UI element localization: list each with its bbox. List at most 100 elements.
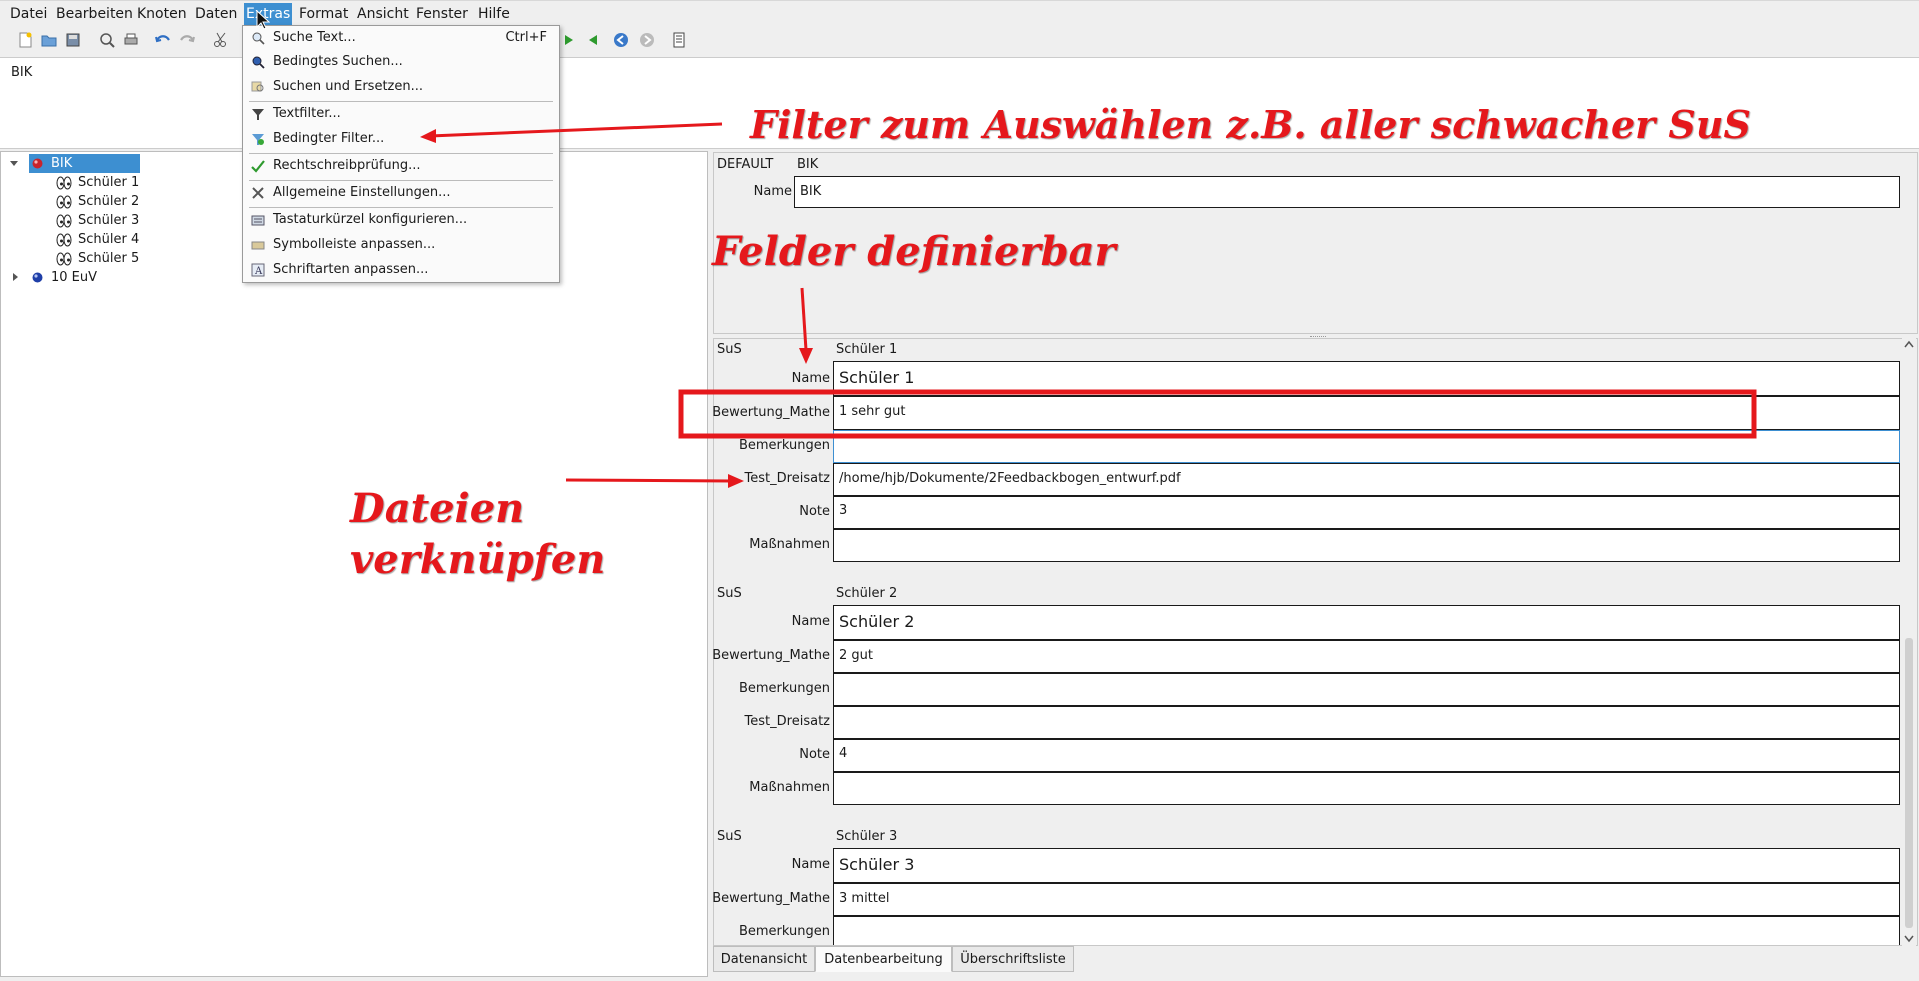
tree-node-label: Schüler 1 xyxy=(78,175,140,190)
svg-text:A: A xyxy=(254,266,263,277)
eyes-icon xyxy=(56,195,72,209)
menu-item-label: Suchen und Ersetzen... xyxy=(273,79,423,94)
field-input-bemerkungen[interactable] xyxy=(833,673,1900,706)
back-icon[interactable] xyxy=(612,31,630,49)
field-input-note[interactable]: 4 xyxy=(833,739,1900,772)
replace-icon xyxy=(251,81,264,92)
tree-node-label: Schüler 3 xyxy=(78,213,140,228)
menu-fenster[interactable]: Fenster xyxy=(414,3,470,25)
eyes-icon xyxy=(56,233,72,247)
menu-item-suche-text[interactable]: Suche Text... Ctrl+F xyxy=(245,27,557,49)
menu-datei[interactable]: Datei xyxy=(8,3,49,25)
funnel-icon xyxy=(252,109,264,120)
annotation-files-line1: Dateien xyxy=(350,485,525,532)
spellcheck-icon xyxy=(251,160,265,173)
cut-icon[interactable] xyxy=(212,31,230,49)
menu-item-label: Textfilter... xyxy=(273,106,341,121)
redo-icon[interactable] xyxy=(178,31,196,49)
field-input-name[interactable]: Schüler 3 xyxy=(833,848,1900,883)
field-label-bemerkungen: Bemerkungen xyxy=(738,681,830,696)
keyboard-icon xyxy=(251,215,265,226)
field-label-bewertung-mathe: Bewertung_Mathe xyxy=(712,648,830,663)
toolbar-icon xyxy=(251,241,265,250)
vertical-scrollbar[interactable] xyxy=(1902,338,1916,946)
menu-bearbeiten[interactable]: Bearbeiten xyxy=(54,3,135,25)
tools-icon xyxy=(252,187,264,199)
conditional-filter-icon xyxy=(252,134,264,145)
menu-item-label: Schriftarten anpassen... xyxy=(273,262,429,277)
field-input-note[interactable]: 3 xyxy=(833,496,1900,529)
new-file-icon[interactable] xyxy=(16,31,34,49)
print-preview-icon[interactable] xyxy=(98,31,116,49)
field-input-name[interactable]: Schüler 2 xyxy=(833,605,1900,640)
field-label-test-dreisatz: Test_Dreisatz xyxy=(744,471,830,486)
mouse-cursor-icon xyxy=(256,10,270,30)
menu-ansicht[interactable]: Ansicht xyxy=(355,3,411,25)
print-icon[interactable] xyxy=(122,31,140,49)
magnifier-icon xyxy=(252,56,265,69)
open-folder-icon[interactable] xyxy=(40,31,58,49)
menu-item-label: Symbolleiste anpassen... xyxy=(273,237,436,252)
field-input-bewertung-mathe[interactable]: 1 sehr gut xyxy=(833,396,1900,430)
record-type-label: SuS xyxy=(717,342,742,357)
red-ball-icon xyxy=(32,158,43,169)
tree-node-root[interactable]: BIK xyxy=(29,154,140,173)
menu-hilfe[interactable]: Hilfe xyxy=(476,3,512,25)
record-type-label: SuS xyxy=(717,586,742,601)
blue-ball-icon xyxy=(32,272,43,283)
field-input-bemerkungen[interactable] xyxy=(833,916,1900,945)
field-input-bemerkungen[interactable] xyxy=(833,430,1900,463)
field-label-note: Note xyxy=(799,747,830,762)
menu-item-textfilter[interactable]: Textfilter... xyxy=(245,103,557,125)
field-input-test-dreisatz[interactable]: /home/hjb/Dokumente/2Feedbackbogen_entwu… xyxy=(833,463,1900,496)
tab-ueberschriftsliste[interactable]: Überschriftsliste xyxy=(952,946,1074,972)
field-label-name: Name xyxy=(791,857,830,872)
eyes-icon xyxy=(56,176,72,190)
menu-item-bedingtes-suchen[interactable]: Bedingtes Suchen... xyxy=(245,51,557,73)
expand-arrow-icon[interactable] xyxy=(10,272,20,282)
record-title-label: Schüler 1 xyxy=(836,342,898,357)
save-icon[interactable] xyxy=(64,31,82,49)
menu-knoten[interactable]: Knoten xyxy=(135,3,189,25)
tree-node-label: Schüler 5 xyxy=(78,251,140,266)
tab-datenbearbeitung[interactable]: Datenbearbeitung xyxy=(815,946,952,972)
tab-datenansicht[interactable]: Datenansicht xyxy=(713,946,815,972)
field-input-name[interactable]: BIK xyxy=(794,176,1900,208)
menu-item-label: Bedingtes Suchen... xyxy=(273,54,403,69)
menu-format[interactable]: Format xyxy=(297,3,350,25)
annotation-fields: Felder definierbar xyxy=(712,228,1116,275)
forward-icon[interactable] xyxy=(638,31,656,49)
field-label-bewertung-mathe: Bewertung_Mathe xyxy=(712,405,830,420)
field-input-massnahmen[interactable] xyxy=(833,772,1900,805)
scroll-thumb[interactable] xyxy=(1905,638,1913,928)
scroll-down-icon[interactable] xyxy=(1904,935,1914,943)
menu-item-shortcut: Ctrl+F xyxy=(505,30,547,45)
undo-icon[interactable] xyxy=(154,31,172,49)
menu-daten[interactable]: Daten xyxy=(193,3,239,25)
field-input-test-dreisatz[interactable] xyxy=(833,706,1900,739)
field-label-name: Name xyxy=(791,371,830,386)
field-label-note: Note xyxy=(799,504,830,519)
field-label-name: Name xyxy=(753,184,792,199)
arrow-right-icon[interactable] xyxy=(560,31,578,49)
menu-item-bedingter-filter[interactable]: Bedingter Filter... xyxy=(245,128,557,150)
menu-separator xyxy=(249,180,553,181)
field-label-massnahmen: Maßnahmen xyxy=(749,780,830,795)
search-text-icon xyxy=(252,32,265,45)
field-input-bewertung-mathe[interactable]: 2 gut xyxy=(833,640,1900,673)
field-input-bewertung-mathe[interactable]: 3 mittel xyxy=(833,883,1900,916)
field-input-name[interactable]: Schüler 1 xyxy=(833,361,1900,396)
menu-item-rechtschreibpruefung[interactable]: Rechtschreibprüfung... xyxy=(245,155,557,177)
scroll-up-icon[interactable] xyxy=(1904,340,1914,348)
menu-item-tastaturkuerzel[interactable]: Tastaturkürzel konfigurieren... xyxy=(245,209,557,231)
menu-item-symbolleiste[interactable]: Symbolleiste anpassen... xyxy=(245,234,557,256)
arrow-left-icon[interactable] xyxy=(584,31,602,49)
menu-item-schriftarten[interactable]: A Schriftarten anpassen... xyxy=(245,259,557,281)
menu-item-allgemeine-einstellungen[interactable]: Allgemeine Einstellungen... xyxy=(245,182,557,204)
field-input-massnahmen[interactable] xyxy=(833,529,1900,562)
menu-item-suchen-ersetzen[interactable]: Suchen und Ersetzen... xyxy=(245,76,557,98)
collapse-arrow-icon[interactable] xyxy=(9,158,19,168)
tree-node-label: 10 EuV xyxy=(51,270,98,285)
document-view-icon[interactable] xyxy=(670,31,688,49)
annotation-filter: Filter zum Auswählen z.B. aller schwache… xyxy=(750,102,1751,147)
